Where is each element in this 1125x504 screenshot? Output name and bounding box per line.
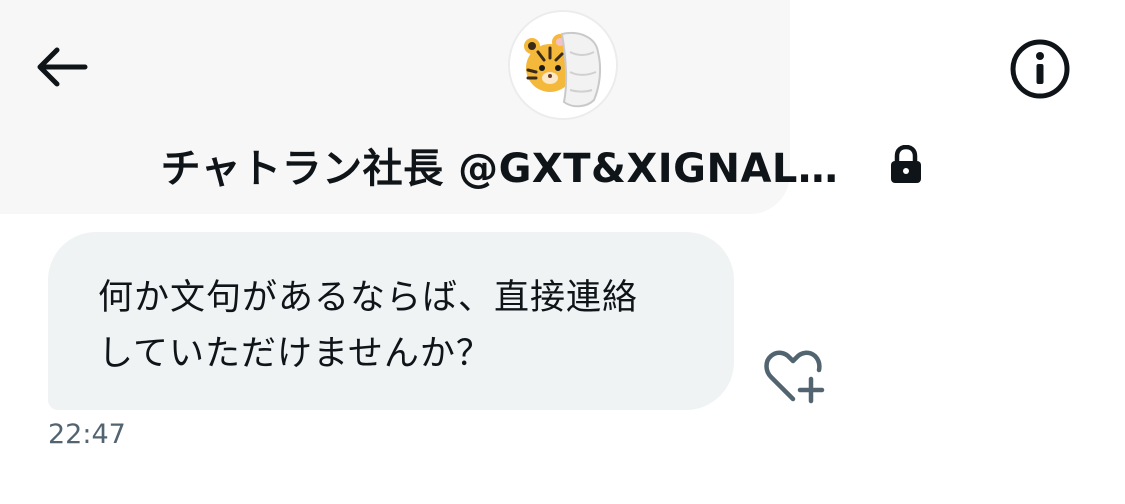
message-text: 何か文句があるならば、直接連絡 していただけませんか？ xyxy=(98,278,639,374)
message-bubble[interactable]: 何か文句があるならば、直接連絡 していただけませんか？ xyxy=(48,232,734,410)
avatar[interactable] xyxy=(510,12,616,118)
info-circle-icon xyxy=(1010,39,1070,99)
page-title[interactable]: チャトラン社長 @GXT&XIGNAL… xyxy=(161,136,839,194)
conversation-info-button[interactable] xyxy=(1005,36,1075,102)
back-button[interactable] xyxy=(28,38,94,96)
message-timestamp: 22:47 xyxy=(48,419,126,450)
add-reaction-button[interactable] xyxy=(760,346,830,408)
lock-icon xyxy=(888,145,924,185)
arrow-left-icon xyxy=(37,47,88,87)
title-row: チャトラン社長 @GXT&XIGNAL… xyxy=(0,132,1125,198)
tiger-avatar-icon xyxy=(510,12,616,118)
heart-plus-icon xyxy=(764,350,825,404)
